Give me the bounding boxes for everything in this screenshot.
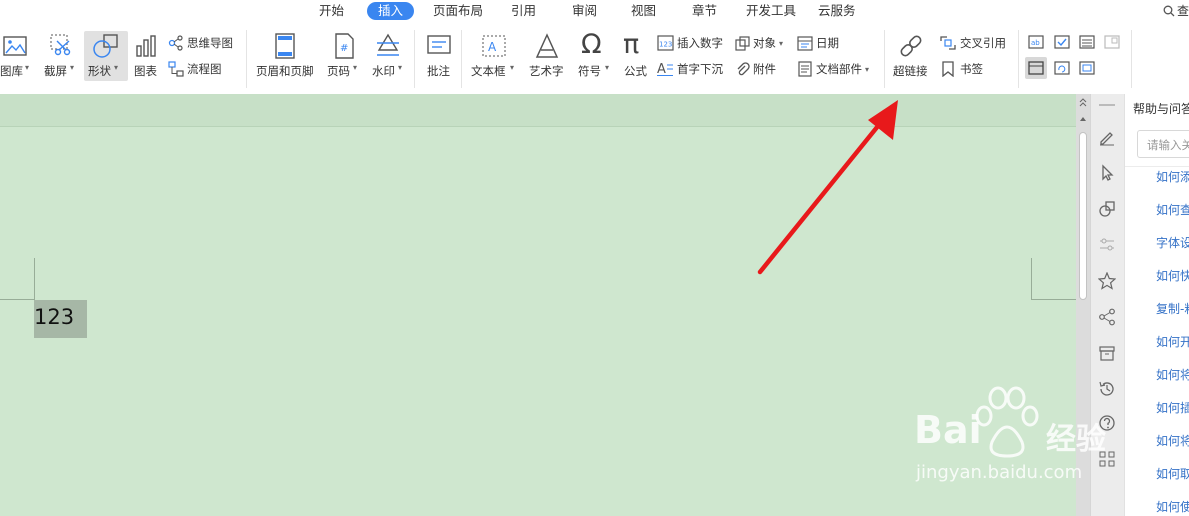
watermark-brand-tail: 经验 [1046, 422, 1106, 457]
watermark-brand: Bai [914, 408, 982, 452]
baidu-jingyan-watermark: Bai 经验 jingyan.baidu.com [912, 384, 1132, 494]
watermark-url: jingyan.baidu.com [916, 462, 1083, 483]
